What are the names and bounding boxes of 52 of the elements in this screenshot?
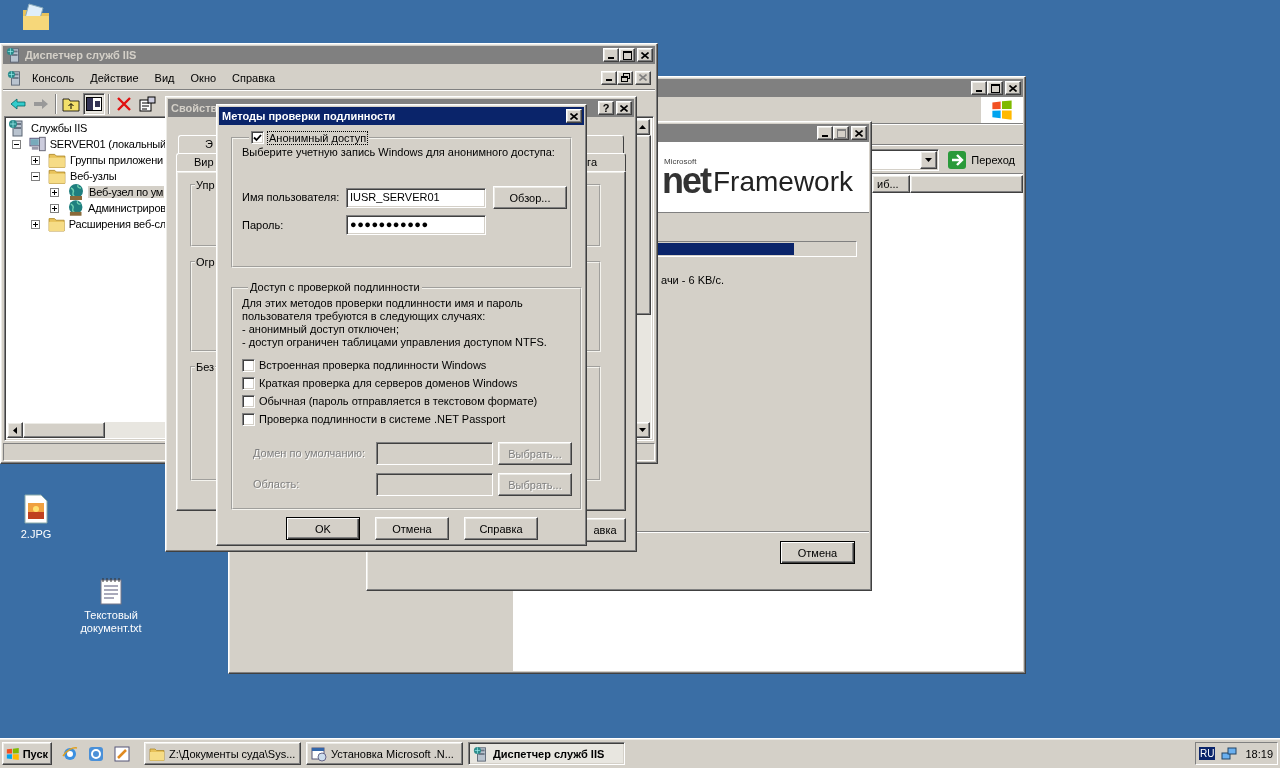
desktop-icon-label[interactable]: Текстовый документ.txt xyxy=(73,609,149,635)
browse-button[interactable]: Обзор... xyxy=(493,186,567,209)
field-label: Область: xyxy=(252,478,301,491)
field-label: Домен по умолчанию: xyxy=(252,447,366,460)
help-button[interactable]: ? xyxy=(598,101,614,115)
status-text: ачи - 6 KB/с. xyxy=(661,274,724,286)
window-title: Методы проверки подлинности xyxy=(222,110,396,122)
tree-item[interactable]: Группы приложени xyxy=(69,154,164,166)
menu-item[interactable]: Консоль xyxy=(25,69,82,86)
checkbox-label[interactable]: Проверка подлинности в системе .NET Passport xyxy=(259,412,506,426)
menu-item[interactable]: Окно xyxy=(183,69,224,86)
group-label: Без xyxy=(195,361,216,373)
menu-item[interactable]: Действие xyxy=(83,69,146,86)
password-field[interactable]: ●●●●●●●●●●● xyxy=(346,215,486,235)
group-label: Огр xyxy=(195,256,216,268)
checkbox-label[interactable]: Обычная (пароль отправляется в текстовом формате) xyxy=(259,394,538,408)
tree-item[interactable]: Службы IIS xyxy=(30,122,89,134)
menu-item[interactable]: Вид xyxy=(147,69,182,86)
tree-item[interactable]: Веб-узел по ум xyxy=(88,186,165,198)
username-field[interactable]: IUSR_SERVER01 xyxy=(346,187,486,208)
group-label: Упр xyxy=(195,179,216,191)
dialog-button[interactable]: Отмена xyxy=(375,517,449,540)
field-label: Имя пользователя: xyxy=(242,191,341,204)
cancel-button[interactable]: Отмена xyxy=(780,541,855,564)
tree-item[interactable]: Расширения веб-сл xyxy=(67,218,167,230)
column-header[interactable]: иб... xyxy=(872,175,910,193)
dialog-button[interactable]: Справка xyxy=(464,517,538,540)
logo-text: Framework xyxy=(713,168,853,196)
tree-item[interactable]: Веб-узлы xyxy=(69,170,118,182)
window-title: Диспетчер служб IIS xyxy=(25,49,137,61)
task-button[interactable]: Установка Microsoft .N... xyxy=(306,742,463,765)
clock: 18:19 xyxy=(1245,747,1273,760)
checkbox-label[interactable]: Анонимный доступ xyxy=(268,131,368,144)
desktop-icon-label[interactable]: 2.JPG xyxy=(20,528,52,541)
task-button[interactable]: Z:\Документы суда\Sys... xyxy=(144,742,301,765)
field-label: Пароль: xyxy=(242,218,285,232)
start-button[interactable]: Пуск xyxy=(2,742,52,765)
dialog-button[interactable]: авка xyxy=(584,518,626,542)
brand-text: Microsoft xyxy=(664,158,697,166)
logo-mark: net xyxy=(662,166,710,196)
dialog-button[interactable]: OK xyxy=(286,517,360,540)
description-text: Для этих методов проверки подлинности имя и пароль пользователя требуются в следующих случаях: - анонимный доступ отключен; - доступ ограничен таблицами управления доступом NTFS. xyxy=(242,297,548,349)
window-title: Свойств xyxy=(171,102,218,114)
tree-item[interactable]: SERVER01 (локальный xyxy=(48,138,167,150)
checkbox-label[interactable]: Встроенная проверка подлинности Windows xyxy=(259,358,487,372)
tree-item[interactable]: Администриров xyxy=(87,202,167,214)
checkbox-label[interactable]: Краткая проверка для серверов доменов Windows xyxy=(259,376,518,390)
group-label: Доступ с проверкой подлинности xyxy=(250,281,420,294)
task-button[interactable]: Диспетчер служб IIS xyxy=(468,742,625,765)
language-indicator[interactable]: RU xyxy=(1199,747,1216,760)
menu-item[interactable]: Справка xyxy=(225,69,283,86)
go-button[interactable]: Переход xyxy=(945,147,1021,172)
